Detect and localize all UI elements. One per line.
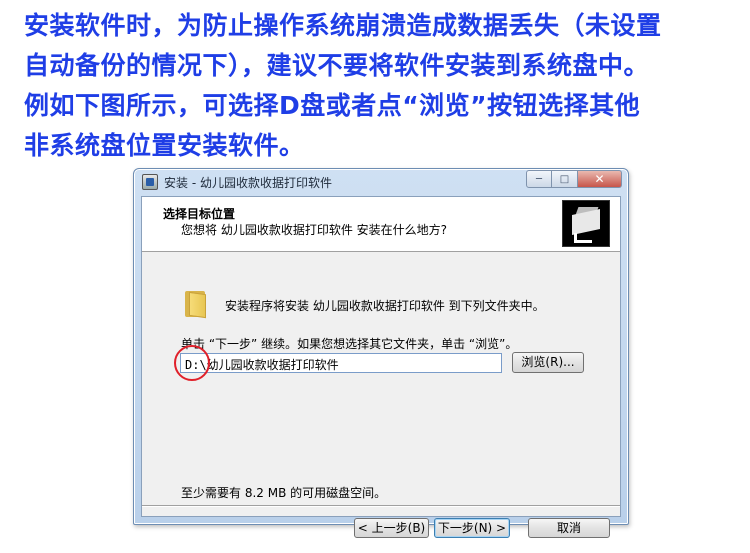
minimize-button[interactable]: ─ — [526, 170, 552, 188]
back-button[interactable]: < 上一步(B) — [354, 518, 429, 538]
window-title: 安装 - 幼儿园收款收据打印软件 — [164, 176, 332, 190]
instruction-line-1: 安装软件时，为防止操作系统崩溃造成数据丢失（未设置 — [24, 11, 662, 40]
folder-icon — [185, 289, 207, 319]
next-button[interactable]: 下一步(N) > — [434, 518, 510, 538]
page-subtitle: 您想将 幼儿园收款收据打印软件 安装在什么地方? — [181, 223, 447, 237]
page-title: 选择目标位置 — [163, 207, 236, 221]
title-bar[interactable]: 安装 - 幼儿园收款收据打印软件 ─ □ ✕ — [134, 169, 628, 195]
install-path-input[interactable]: D:\幼儿园收款收据打印软件 — [180, 353, 502, 373]
maximize-button[interactable]: □ — [552, 170, 578, 188]
instruction-text: 安装软件时，为防止操作系统崩溃造成数据丢失（未设置 自动备份的情况下），建议不要… — [24, 6, 736, 166]
instruction-line-2: 自动备份的情况下），建议不要将软件安装到系统盘中。 — [24, 51, 650, 80]
window-controls: ─ □ ✕ — [526, 170, 622, 188]
install-description: 安装程序将安装 幼儿园收款收据打印软件 到下列文件夹中。 — [225, 299, 545, 313]
browse-button[interactable]: 浏览(R)... — [512, 352, 584, 373]
wizard-header: 选择目标位置 您想将 幼儿园收款收据打印软件 安装在什么地方? — [142, 197, 620, 252]
footer-divider — [142, 505, 620, 507]
installer-logo-icon — [562, 200, 610, 247]
cancel-button[interactable]: 取消 — [528, 518, 610, 538]
instruction-line-3: 例如下图所示，可选择D盘或者点“浏览”按钮选择其他 — [24, 91, 641, 120]
close-button[interactable]: ✕ — [578, 170, 622, 188]
continue-instruction: 单击 “下一步” 继续。如果您想选择其它文件夹，单击 “浏览”。 — [181, 337, 518, 351]
disk-space-requirement: 至少需要有 8.2 MB 的可用磁盘空间。 — [181, 486, 387, 500]
wizard-client-area: 选择目标位置 您想将 幼儿园收款收据打印软件 安装在什么地方? 安装程序将安装 … — [141, 196, 621, 538]
setup-window: 安装 - 幼儿园收款收据打印软件 ─ □ ✕ 选择目标位置 您想将 幼儿园收款收… — [133, 168, 629, 538]
setup-app-icon — [142, 174, 158, 190]
instruction-line-4: 非系统盘位置安装软件。 — [24, 131, 305, 160]
drive-highlight-circle — [174, 345, 210, 381]
